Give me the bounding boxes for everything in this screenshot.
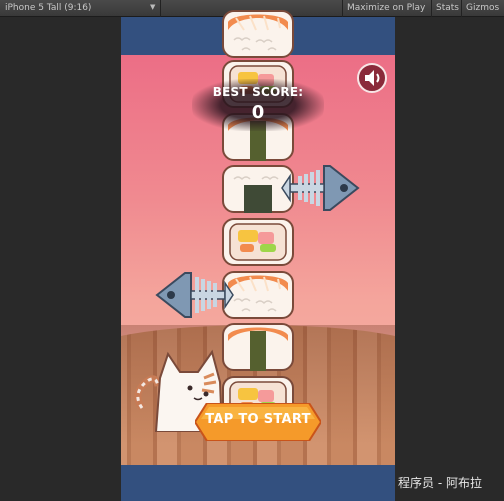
watermark-text: 程序员 - 阿布拉: [398, 476, 482, 490]
sushi-salmon-piece: [222, 10, 294, 58]
sound-toggle-button[interactable]: [357, 63, 387, 93]
best-score-value: 0: [251, 102, 265, 123]
best-score-label: BEST SCORE:: [212, 85, 304, 99]
tap-to-start-label: TAP TO START: [205, 412, 311, 427]
speaker-icon: [365, 70, 380, 86]
sushi-maki-piece: [222, 218, 294, 266]
fishbone-left-obstacle: [155, 271, 235, 319]
sushi-nori-piece: [222, 323, 294, 372]
